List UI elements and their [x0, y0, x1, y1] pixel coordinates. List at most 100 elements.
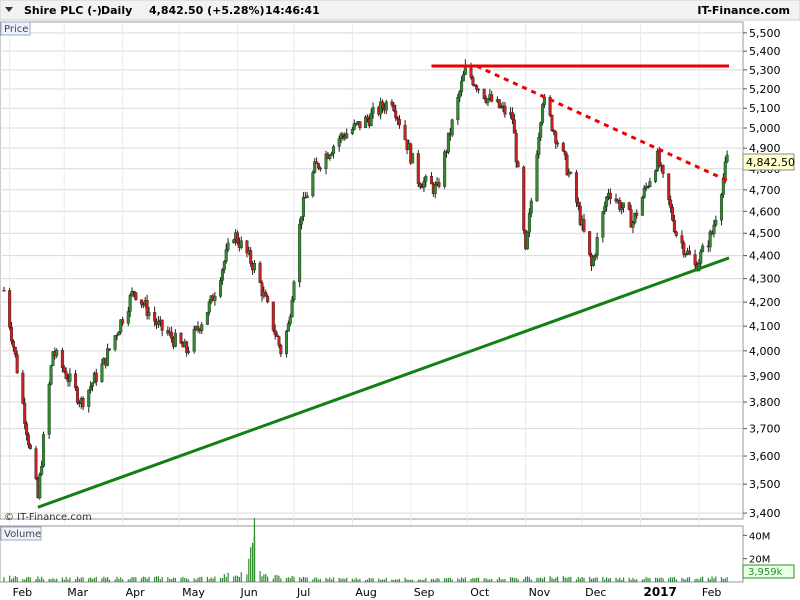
candle-body [588, 231, 592, 255]
candle-body [608, 192, 612, 199]
y-tick-label: 3,800 [749, 396, 781, 409]
candle-body [64, 371, 68, 379]
stock-chart: Shire PLC (-) Daily 4,842.50 (+5.28%) 14… [0, 0, 800, 599]
candle-body [563, 150, 567, 156]
candle-body [371, 107, 375, 114]
candle-body [693, 254, 697, 266]
candle-body [443, 151, 447, 187]
candle-body [160, 319, 164, 331]
candle-body [672, 219, 676, 233]
candle-body [482, 88, 486, 100]
candle-body [486, 98, 490, 103]
candle-body [535, 154, 539, 202]
y-tick-label: 5,000 [749, 122, 781, 135]
candle-body [300, 216, 304, 225]
candle-body [674, 231, 678, 236]
candle-body [185, 341, 189, 353]
candle-body [725, 154, 729, 163]
candle-body [526, 231, 530, 250]
candle-body [153, 312, 157, 322]
candle-body [107, 348, 111, 350]
candle-body [2, 290, 6, 292]
price-panel-label: Price [4, 24, 28, 35]
candle-body [239, 240, 243, 248]
candle-body [411, 153, 415, 164]
price-panel [0, 21, 744, 520]
candle-body [437, 182, 441, 187]
candle-body [55, 350, 59, 356]
y-tick-label: 3,600 [749, 450, 781, 463]
candle-body [147, 312, 151, 316]
candle-body [286, 323, 290, 332]
candle-body [139, 299, 143, 305]
candle-body [232, 239, 236, 244]
candle-body [113, 335, 117, 350]
candle-body [134, 292, 138, 300]
candle-body [75, 387, 79, 403]
candle-body [284, 330, 288, 355]
candle-body [429, 176, 433, 185]
x-tick-label: Aug [355, 586, 376, 599]
candle-body [87, 389, 91, 407]
candle-body [450, 119, 454, 136]
candle-body [503, 105, 507, 115]
y-tick-label: 5,200 [749, 83, 781, 96]
candle-body [311, 172, 315, 197]
candle-body [34, 448, 38, 480]
y-tick-label: 3,900 [749, 370, 781, 383]
candle-body [337, 138, 341, 147]
candle-body [252, 262, 256, 271]
volume-tick-label: 40M [749, 531, 770, 542]
candle-body [345, 133, 349, 139]
candle-body [593, 254, 597, 258]
x-tick-label: May [182, 586, 205, 599]
candle-body [403, 124, 407, 140]
brand-label: IT-Finance.com [697, 4, 790, 17]
candle-body [236, 232, 240, 244]
volume-axis: 40M 20M [743, 531, 770, 566]
candle-body [556, 142, 560, 145]
candle-body [622, 202, 626, 208]
candle-body [15, 354, 19, 374]
candle-body [669, 199, 673, 208]
candle-body [21, 372, 25, 404]
candle-body [648, 181, 652, 187]
time-axis: Feb Mar Apr May Jun Jul Aug Sep Oct Nov Dec 2017 Feb [13, 585, 722, 599]
candle-body [642, 187, 646, 198]
candle-body [714, 219, 718, 226]
x-tick-label: Jul [296, 586, 310, 599]
watermark: © IT-Finance.com [4, 512, 92, 523]
candle-body [390, 101, 394, 106]
candle-body [397, 119, 401, 126]
y-tick-label: 4,500 [749, 227, 781, 240]
candle-body [384, 101, 388, 111]
x-tick-label: 2017 [643, 585, 676, 599]
candle-body [38, 474, 42, 498]
last-volume-label: 3,959k [748, 567, 783, 578]
candle-body [173, 332, 177, 347]
candle-body [719, 194, 723, 221]
candle-body [699, 251, 703, 264]
candle-body [23, 403, 27, 424]
candle-body [350, 129, 354, 134]
candle-body [458, 91, 462, 98]
candle-body [13, 346, 17, 355]
candle-body [522, 166, 526, 231]
candle-body [275, 334, 279, 337]
y-tick-label: 4,600 [749, 205, 781, 218]
candle-body [456, 96, 460, 121]
candle-body [207, 301, 211, 313]
y-tick-label: 3,700 [749, 423, 781, 436]
candle-body [170, 331, 174, 339]
candle-body [512, 119, 516, 134]
candle-body [60, 350, 64, 368]
candle-body [330, 153, 334, 156]
candle-body [42, 434, 46, 467]
candle-body [279, 344, 283, 355]
candle-body [620, 207, 624, 211]
candle-body [477, 88, 481, 91]
candle-body [687, 250, 691, 255]
candle-body [121, 319, 125, 324]
candle-body [81, 398, 85, 407]
y-tick-label: 3,400 [749, 507, 781, 520]
